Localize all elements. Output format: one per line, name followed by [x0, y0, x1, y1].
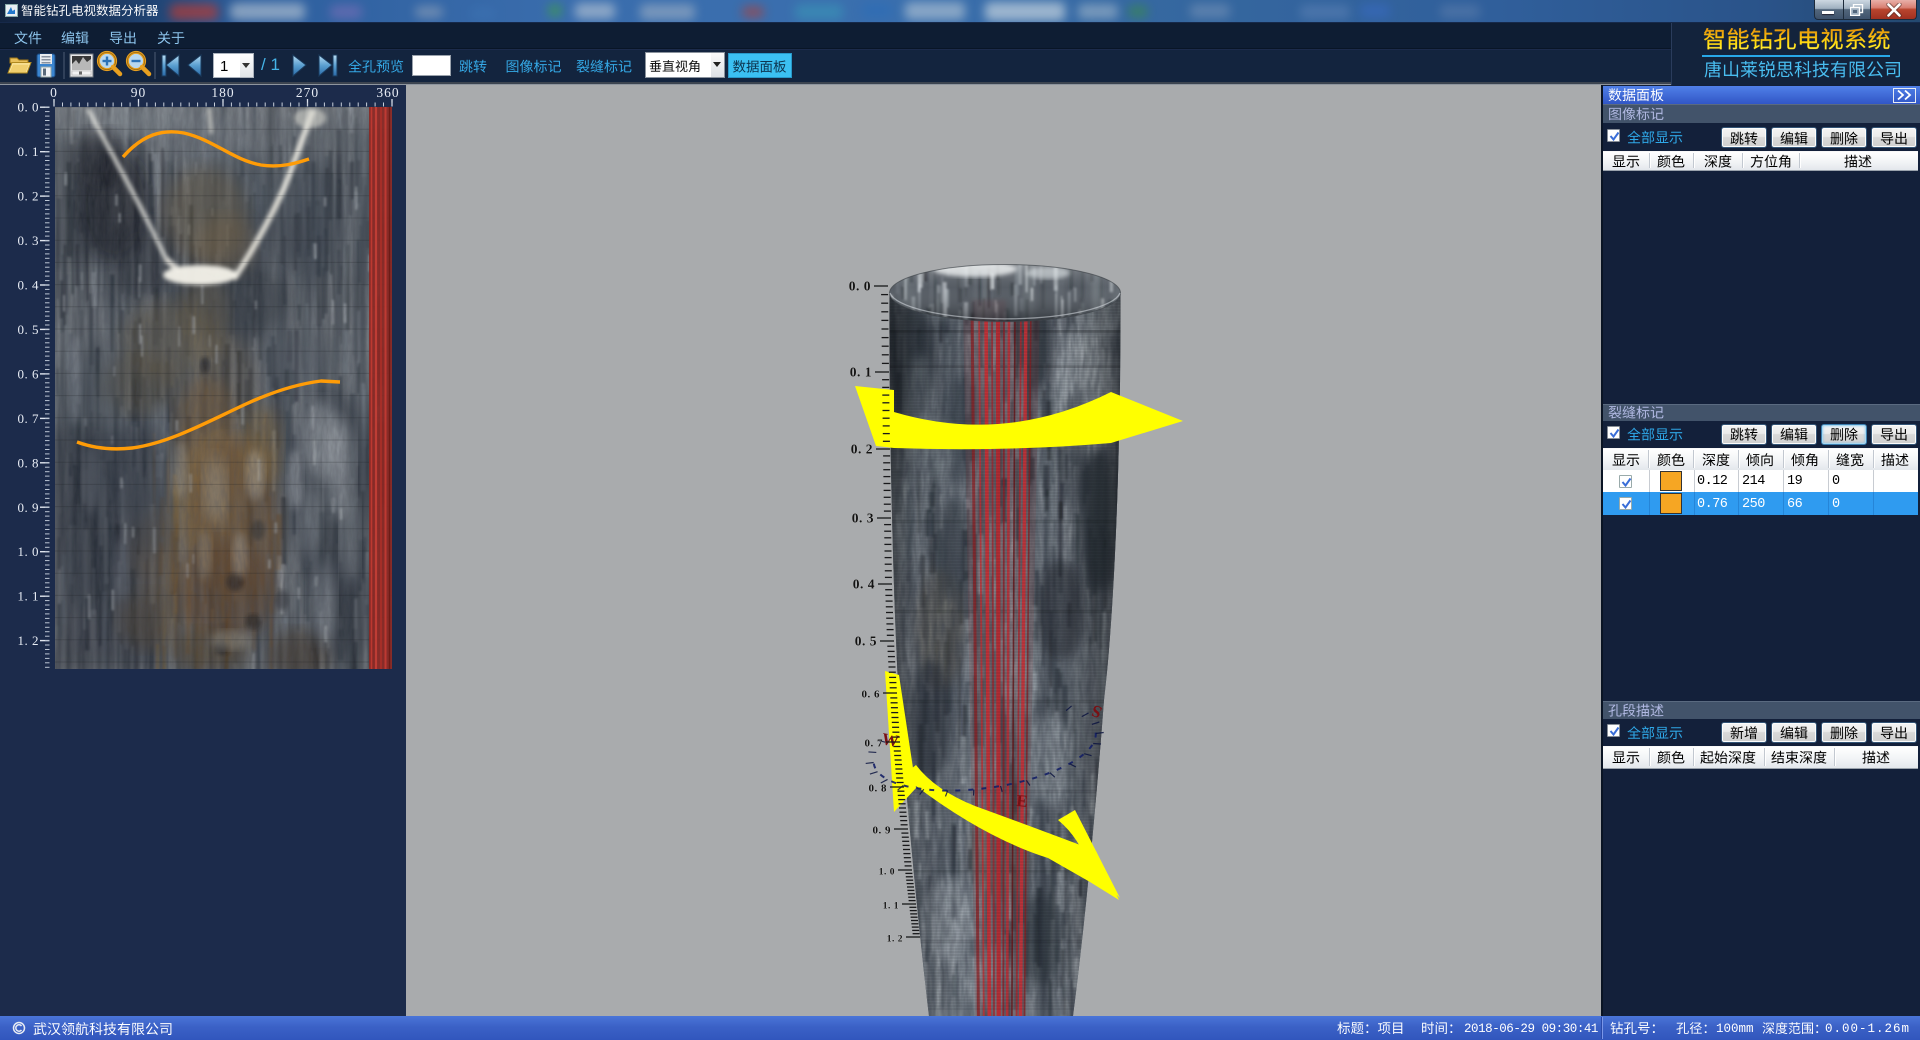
svg-text:0. 9: 0. 9	[873, 825, 892, 837]
svg-text:360: 360	[376, 85, 399, 100]
svg-text:0. 1: 0. 1	[850, 365, 872, 380]
svg-text:0. 7: 0. 7	[865, 738, 884, 750]
svg-text:0. 8: 0. 8	[18, 455, 40, 470]
svg-text:180: 180	[211, 85, 234, 100]
svg-text:0. 9: 0. 9	[18, 500, 40, 515]
svg-text:1. 0: 1. 0	[879, 868, 895, 878]
svg-text:0. 1: 0. 1	[18, 144, 40, 159]
svg-text:0. 4: 0. 4	[18, 278, 40, 293]
svg-text:1. 1: 1. 1	[18, 589, 40, 604]
svg-text:0. 3: 0. 3	[852, 511, 874, 526]
svg-text:1. 2: 1. 2	[887, 935, 903, 945]
svg-text:0. 5: 0. 5	[855, 634, 877, 649]
svg-text:0. 3: 0. 3	[18, 233, 40, 248]
svg-text:1. 1: 1. 1	[883, 902, 899, 912]
svg-text:0. 5: 0. 5	[18, 322, 40, 337]
svg-text:1. 2: 1. 2	[18, 633, 40, 648]
svg-text:0. 2: 0. 2	[18, 189, 40, 204]
svg-text:E: E	[1016, 791, 1029, 811]
svg-text:1. 0: 1. 0	[18, 544, 40, 559]
svg-text:0. 4: 0. 4	[853, 577, 875, 592]
svg-text:0: 0	[50, 85, 58, 100]
svg-text:0. 0: 0. 0	[18, 100, 40, 115]
svg-text:0. 6: 0. 6	[862, 689, 881, 701]
svg-text:0. 8: 0. 8	[869, 783, 888, 795]
svg-text:0. 7: 0. 7	[18, 411, 40, 426]
svg-text:0. 2: 0. 2	[851, 442, 873, 457]
svg-text:0. 6: 0. 6	[18, 366, 40, 381]
svg-text:270: 270	[296, 85, 319, 100]
svg-text:0. 0: 0. 0	[849, 279, 871, 294]
svg-text:90: 90	[131, 85, 147, 100]
